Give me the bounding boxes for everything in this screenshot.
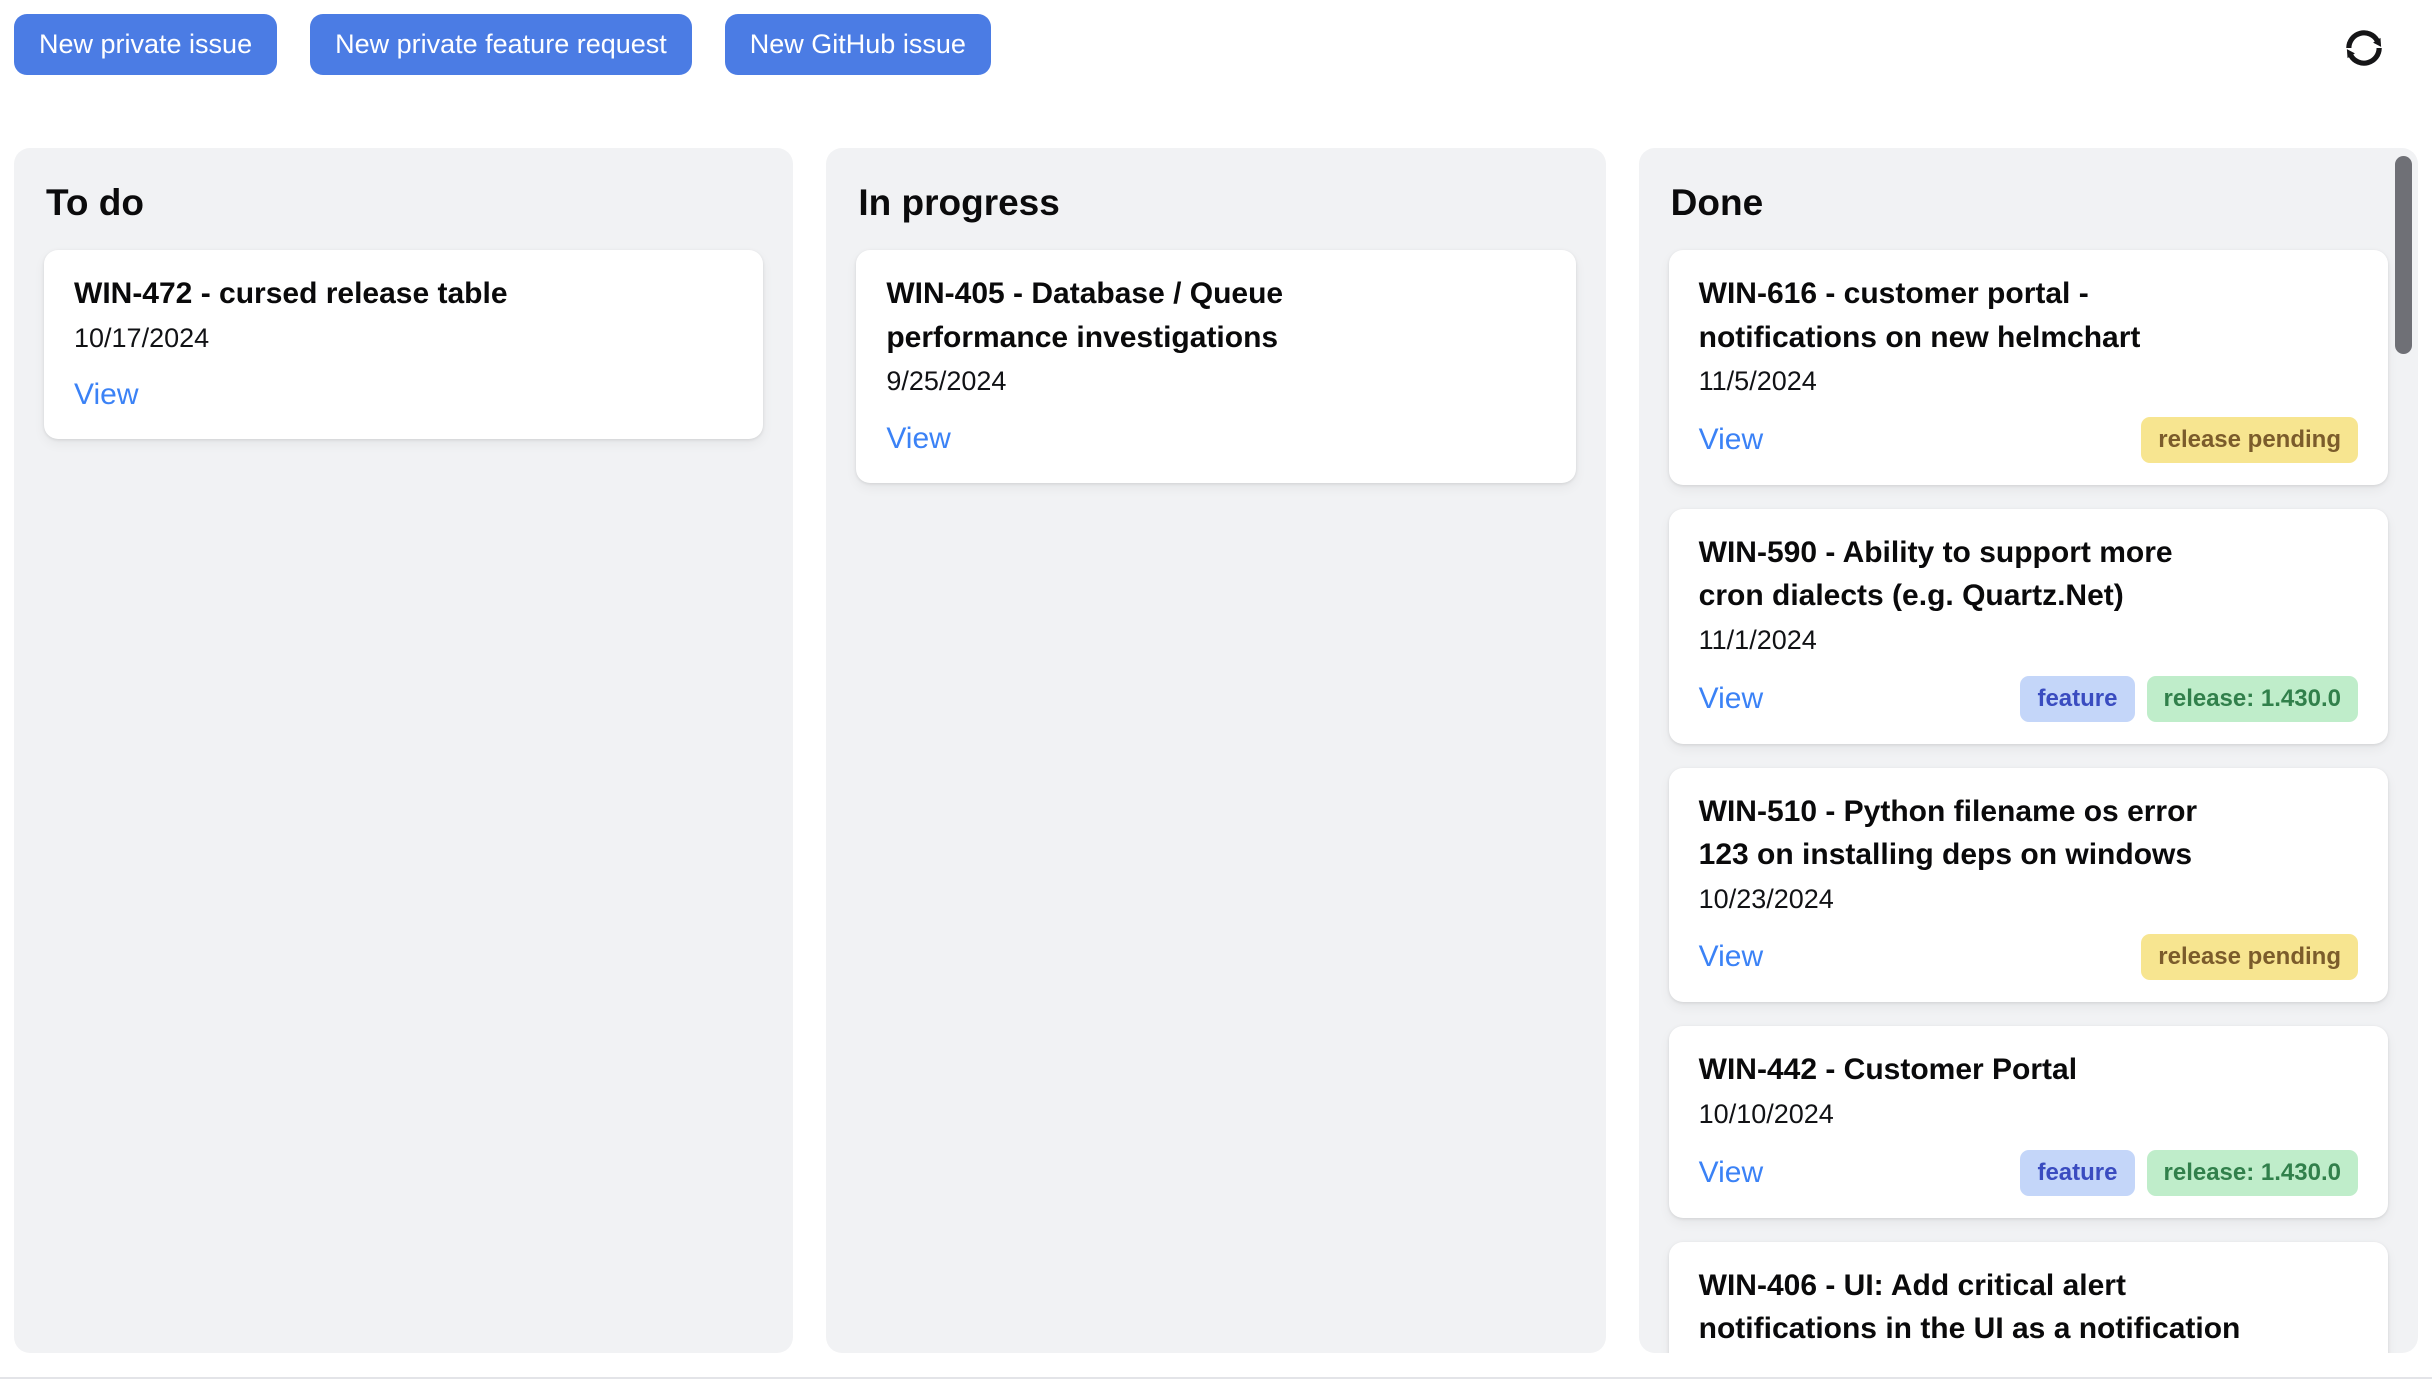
feature-badge: feature (2020, 676, 2134, 722)
view-link[interactable]: View (886, 422, 950, 456)
new-github-issue-button[interactable]: New GitHub issue (725, 14, 991, 75)
feature-badge: feature (2020, 1150, 2134, 1196)
issue-title: WIN-472 - cursed release table (74, 272, 614, 316)
column-title-in-progress: In progress (858, 182, 1575, 224)
issue-title: WIN-405 - Database / Queue performance i… (886, 272, 1426, 359)
refresh-button[interactable] (2338, 22, 2390, 74)
badge-list: release pending (2141, 934, 2358, 980)
column-title-done: Done (1671, 182, 2388, 224)
issue-card-win-405[interactable]: WIN-405 - Database / Queue performance i… (856, 250, 1575, 483)
issue-title: WIN-616 - customer portal - notification… (1699, 272, 2239, 359)
view-link[interactable]: View (1699, 1156, 1763, 1190)
issue-title: WIN-442 - Customer Portal (1699, 1048, 2239, 1092)
issue-card-win-442[interactable]: WIN-442 - Customer Portal 10/10/2024 Vie… (1669, 1026, 2388, 1217)
release-pending-badge: release pending (2141, 417, 2358, 463)
bottom-divider (0, 1377, 2432, 1379)
card-footer: View release pending (1699, 934, 2358, 980)
issue-title: WIN-510 - Python filename os error 123 o… (1699, 790, 2239, 877)
view-link[interactable]: View (74, 378, 138, 412)
column-done: Done WIN-616 - customer portal - notific… (1639, 148, 2418, 1353)
release-version-badge: release: 1.430.0 (2147, 676, 2358, 722)
issue-date: 10/17/2024 (74, 320, 733, 358)
new-private-issue-button[interactable]: New private issue (14, 14, 277, 75)
column-in-progress: In progress WIN-405 - Database / Queue p… (826, 148, 1605, 1353)
kanban-board: To do WIN-472 - cursed release table 10/… (0, 148, 2432, 1353)
view-link[interactable]: View (1699, 682, 1763, 716)
view-link[interactable]: View (1699, 940, 1763, 974)
badge-list: feature release: 1.430.0 (2020, 676, 2358, 722)
issue-card-win-616[interactable]: WIN-616 - customer portal - notification… (1669, 250, 2388, 485)
issue-title: WIN-406 - UI: Add critical alert notific… (1699, 1264, 2259, 1351)
issue-title: WIN-590 - Ability to support more cron d… (1699, 531, 2239, 618)
issue-date: 9/25/2024 (886, 363, 1545, 401)
card-footer: View release pending (1699, 417, 2358, 463)
column-todo: To do WIN-472 - cursed release table 10/… (14, 148, 793, 1353)
issue-card-win-472[interactable]: WIN-472 - cursed release table 10/17/202… (44, 250, 763, 439)
badge-list: feature release: 1.430.0 (2020, 1150, 2358, 1196)
issue-card-win-590[interactable]: WIN-590 - Ability to support more cron d… (1669, 509, 2388, 744)
release-version-badge: release: 1.430.0 (2147, 1150, 2358, 1196)
issue-card-win-510[interactable]: WIN-510 - Python filename os error 123 o… (1669, 768, 2388, 1003)
done-column-scrollbar-thumb[interactable] (2395, 156, 2412, 354)
issue-card-win-406[interactable]: WIN-406 - UI: Add critical alert notific… (1669, 1242, 2388, 1353)
card-footer: View feature release: 1.430.0 (1699, 1150, 2358, 1196)
view-link[interactable]: View (1699, 423, 1763, 457)
card-footer: View feature release: 1.430.0 (1699, 676, 2358, 722)
refresh-icon (2338, 22, 2390, 74)
release-pending-badge: release pending (2141, 934, 2358, 980)
issue-date: 10/23/2024 (1699, 881, 2358, 919)
issue-date: 11/5/2024 (1699, 363, 2358, 401)
issue-date: 11/1/2024 (1699, 622, 2358, 660)
toolbar: New private issue New private feature re… (0, 0, 2432, 75)
badge-list: release pending (2141, 417, 2358, 463)
column-title-todo: To do (46, 182, 763, 224)
card-footer: View (886, 417, 1545, 461)
issue-date: 10/10/2024 (1699, 1096, 2358, 1134)
card-footer: View (74, 373, 733, 417)
new-private-feature-request-button[interactable]: New private feature request (310, 14, 692, 75)
